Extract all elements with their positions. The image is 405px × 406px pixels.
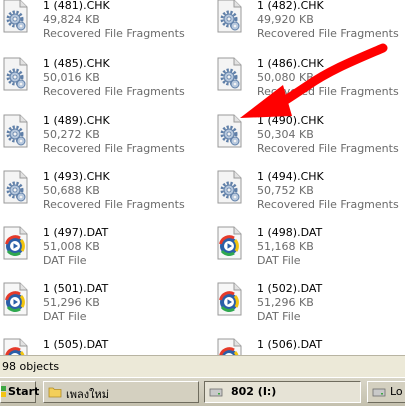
- dat-file-icon: [214, 225, 244, 261]
- taskbar-button-label: เพลงใหม่: [66, 388, 109, 401]
- file-size: 50,304 KB: [257, 128, 314, 141]
- taskbar-button-folder[interactable]: เพลงใหม่: [43, 381, 199, 403]
- file-type: Recovered File Fragments: [43, 27, 185, 40]
- file-item[interactable]: 1 (506).DAT: [214, 337, 394, 355]
- taskbar-button-label: Lo: [390, 385, 403, 398]
- object-count: 98 objects: [2, 360, 60, 373]
- file-item[interactable]: 1 (493).CHK 50,688 KB Recovered File Fra…: [0, 169, 185, 221]
- file-type: Recovered File Fragments: [257, 27, 399, 40]
- file-type: Recovered File Fragments: [257, 142, 399, 155]
- file-size: 50,752 KB: [257, 184, 314, 197]
- file-item[interactable]: 1 (485).CHK 50,016 KB Recovered File Fra…: [0, 56, 185, 108]
- dat-file-icon: [214, 281, 244, 317]
- file-size: 50,080 KB: [257, 71, 314, 84]
- taskbar-button-drive[interactable]: 802 (I:): [204, 381, 361, 403]
- file-name: 1 (501).DAT: [43, 282, 109, 295]
- file-type: DAT File: [257, 254, 301, 267]
- file-type: DAT File: [43, 310, 87, 323]
- file-name: 1 (490).CHK: [257, 114, 324, 127]
- file-name: 1 (497).DAT: [43, 226, 109, 239]
- file-item[interactable]: 1 (498).DAT 51,168 KB DAT File: [214, 225, 394, 277]
- file-name: 1 (489).CHK: [43, 114, 110, 127]
- chk-file-icon: [214, 0, 244, 34]
- file-type: Recovered File Fragments: [43, 142, 185, 155]
- file-name: 1 (505).DAT: [43, 338, 109, 351]
- file-size: 51,168 KB: [257, 240, 314, 253]
- chk-file-icon: [214, 56, 244, 92]
- file-item[interactable]: 1 (482).CHK 49,920 KB Recovered File Fra…: [214, 0, 399, 50]
- file-type: Recovered File Fragments: [257, 85, 399, 98]
- windows-flag-icon: [1, 386, 6, 397]
- file-item[interactable]: 1 (497).DAT 51,008 KB DAT File: [0, 225, 180, 277]
- file-name: 1 (498).DAT: [257, 226, 323, 239]
- chk-file-icon: [214, 113, 244, 149]
- taskbar-button-local[interactable]: Lo: [367, 381, 405, 403]
- file-item[interactable]: 1 (490).CHK 50,304 KB Recovered File Fra…: [214, 113, 399, 165]
- file-type: Recovered File Fragments: [257, 198, 399, 211]
- folder-icon: [48, 387, 62, 398]
- file-size: 50,272 KB: [43, 128, 100, 141]
- taskbar-button-label: 802 (I:): [231, 385, 277, 398]
- file-type: Recovered File Fragments: [43, 198, 185, 211]
- file-size: 50,016 KB: [43, 71, 100, 84]
- file-type: DAT File: [43, 254, 87, 267]
- file-name: 1 (482).CHK: [257, 0, 324, 12]
- file-name: 1 (502).DAT: [257, 282, 323, 295]
- file-item[interactable]: 1 (481).CHK 49,824 KB Recovered File Fra…: [0, 0, 185, 50]
- file-name: 1 (486).CHK: [257, 57, 324, 70]
- dat-file-icon: [214, 337, 244, 355]
- chk-file-icon: [214, 169, 244, 205]
- file-name: 1 (493).CHK: [43, 170, 110, 183]
- file-size: 51,296 KB: [43, 296, 100, 309]
- chk-file-icon: [0, 169, 30, 205]
- dat-file-icon: [0, 337, 30, 355]
- file-item[interactable]: 1 (505).DAT: [0, 337, 180, 355]
- drive-icon: [372, 388, 386, 397]
- chk-file-icon: [0, 0, 30, 34]
- start-button[interactable]: Start: [0, 381, 40, 403]
- start-label: Start: [8, 385, 40, 398]
- file-name: 1 (485).CHK: [43, 57, 110, 70]
- file-size: 49,824 KB: [43, 13, 100, 26]
- file-item[interactable]: 1 (494).CHK 50,752 KB Recovered File Fra…: [214, 169, 399, 221]
- dat-file-icon: [0, 225, 30, 261]
- drive-icon: [209, 388, 223, 397]
- file-size: 50,688 KB: [43, 184, 100, 197]
- file-item[interactable]: 1 (502).DAT 51,296 KB DAT File: [214, 281, 394, 333]
- dat-file-icon: [0, 281, 30, 317]
- chk-file-icon: [0, 56, 30, 92]
- file-type: Recovered File Fragments: [43, 85, 185, 98]
- file-item[interactable]: 1 (489).CHK 50,272 KB Recovered File Fra…: [0, 113, 185, 165]
- status-bar: 98 objects: [0, 355, 405, 377]
- file-type: DAT File: [257, 310, 301, 323]
- file-name: 1 (506).DAT: [257, 338, 323, 351]
- file-list-view: 1 (481).CHK 49,824 KB Recovered File Fra…: [0, 0, 405, 355]
- file-item[interactable]: 1 (486).CHK 50,080 KB Recovered File Fra…: [214, 56, 399, 108]
- file-size: 49,920 KB: [257, 13, 314, 26]
- chk-file-icon: [0, 113, 30, 149]
- file-item[interactable]: 1 (501).DAT 51,296 KB DAT File: [0, 281, 180, 333]
- file-size: 51,296 KB: [257, 296, 314, 309]
- file-name: 1 (494).CHK: [257, 170, 324, 183]
- file-name: 1 (481).CHK: [43, 0, 110, 12]
- file-size: 51,008 KB: [43, 240, 100, 253]
- taskbar: Start เพลงใหม่ 802 (I:) Lo: [0, 377, 405, 406]
